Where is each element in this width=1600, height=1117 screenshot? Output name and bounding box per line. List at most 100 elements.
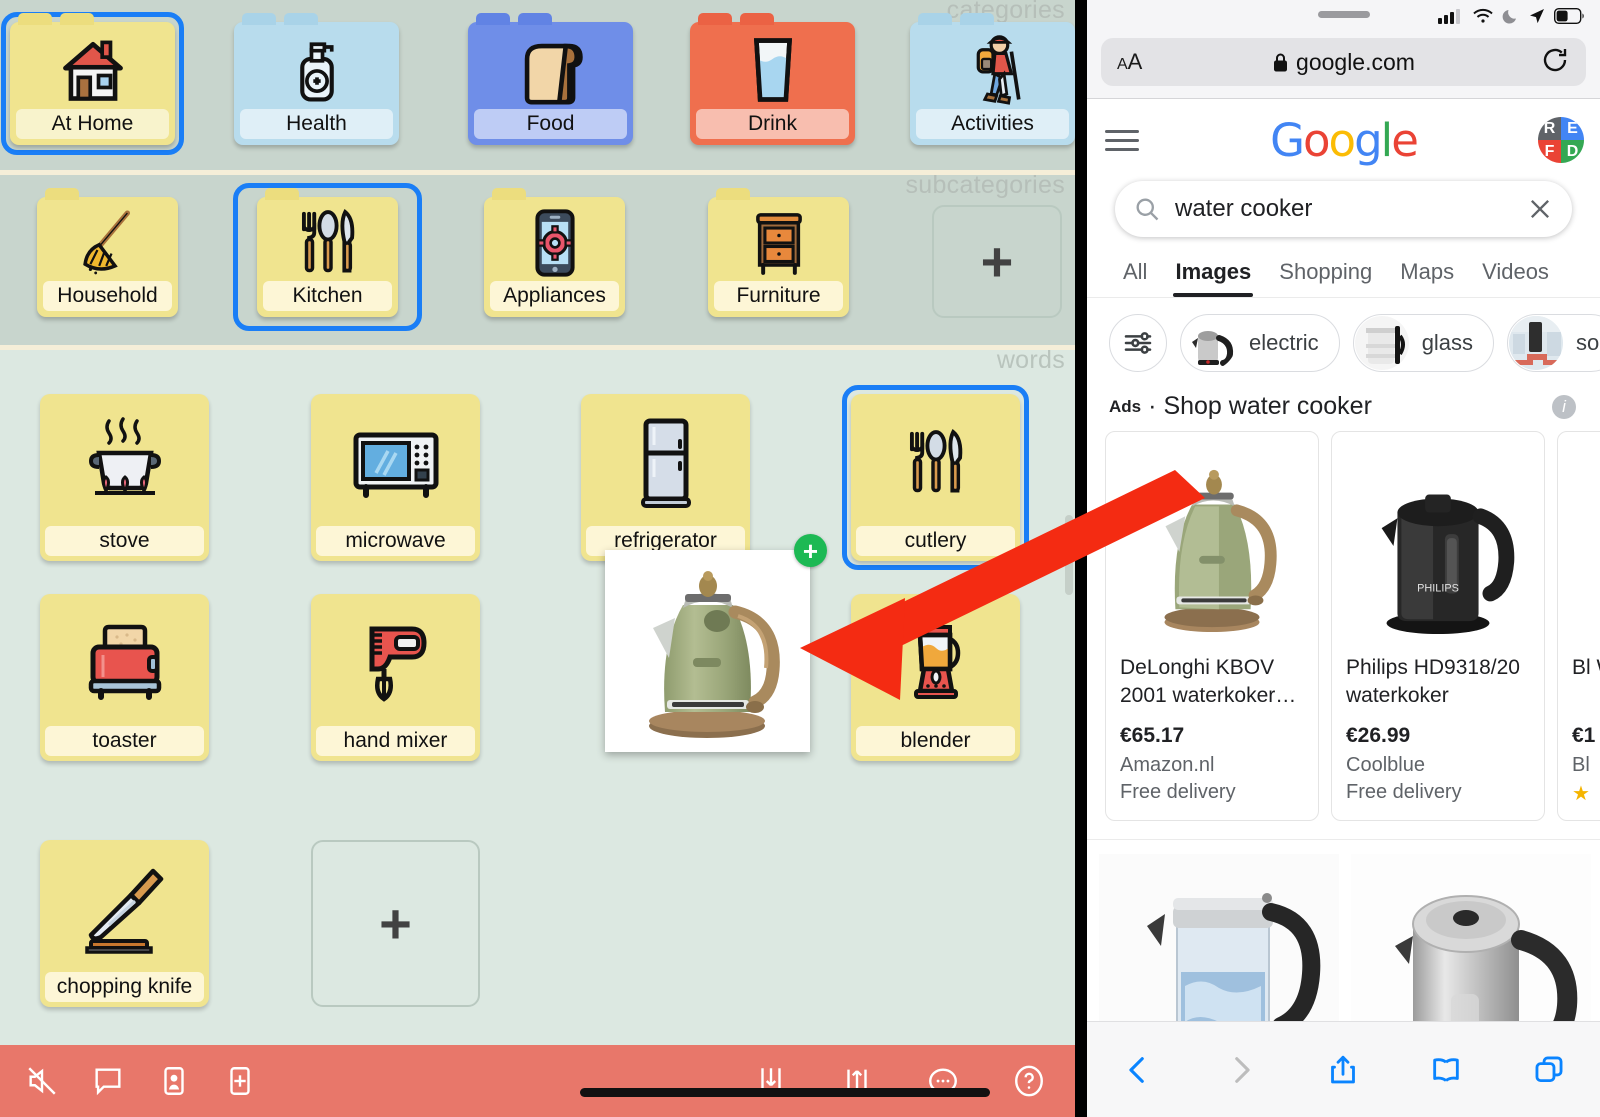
shopping-ad-card[interactable]: Bl W €1 Bl ★ <box>1557 431 1600 821</box>
word-card-refrigerator[interactable]: refrigerator <box>581 394 750 561</box>
category-card-activities[interactable]: Activities <box>910 13 1075 145</box>
word-label: microwave <box>316 526 475 556</box>
avatar-quadrant: F <box>1538 140 1561 163</box>
product-price: €26.99 <box>1346 724 1411 747</box>
bread-icon <box>468 28 633 111</box>
toaster-icon <box>40 598 209 727</box>
phone-gear-icon <box>484 203 625 283</box>
download-icon[interactable] <box>747 1057 795 1105</box>
shopping-ad-card[interactable]: DeLonghi KBOV 2001 waterkoker… €65.17 Am… <box>1105 431 1319 821</box>
shopping-ad-card[interactable]: PHILIPS Philips HD9318/20 waterkoker €26… <box>1331 431 1545 821</box>
hamburger-menu-icon[interactable] <box>1105 124 1139 157</box>
info-icon[interactable]: i <box>1552 394 1576 419</box>
word-label: cutlery <box>856 526 1015 556</box>
clear-x-icon[interactable] <box>1526 195 1554 223</box>
window-grabber-handle[interactable] <box>1317 11 1370 18</box>
google-header: Google REFD <box>1087 99 1600 181</box>
svg-text:PHILIPS: PHILIPS <box>1417 582 1459 594</box>
glass-kettle-thumb-icon <box>1354 316 1409 370</box>
word-label: blender <box>856 726 1015 756</box>
word-label: chopping knife <box>45 972 204 1002</box>
related-chip-electric[interactable]: electric <box>1180 314 1340 372</box>
speech-bubble-icon[interactable] <box>84 1057 132 1105</box>
lock-icon <box>1274 53 1288 71</box>
add-subcategory-button[interactable]: + <box>932 205 1062 318</box>
chip-label: electric <box>1249 330 1319 355</box>
google-logo-letter: e <box>1391 113 1419 167</box>
shopping-ad-carousel[interactable]: DeLonghi KBOV 2001 waterkoker… €65.17 Am… <box>1087 431 1600 821</box>
mute-icon[interactable] <box>18 1057 66 1105</box>
back-icon[interactable] <box>1111 1043 1165 1097</box>
tab-maps[interactable]: Maps <box>1386 251 1468 297</box>
image-result[interactable] <box>1351 854 1591 1040</box>
kettle-thumb-icon <box>1182 316 1236 370</box>
bookmarks-icon[interactable] <box>1419 1043 1473 1097</box>
do-not-disturb-icon <box>1502 10 1516 24</box>
tab-shopping[interactable]: Shopping <box>1265 251 1386 297</box>
category-card-at-home[interactable]: At Home <box>10 13 175 145</box>
related-chip-glass[interactable]: glass <box>1352 314 1495 372</box>
safari-viewport: AA google.com Google R E F D water cooke… <box>1087 0 1600 1117</box>
subcategory-card-kitchen[interactable]: Kitchen <box>257 188 398 317</box>
related-chip-so[interactable]: so <box>1507 314 1600 372</box>
subcategory-label: Furniture <box>714 281 843 311</box>
safari-bottom-toolbar <box>1087 1021 1600 1117</box>
product-delivery: Free delivery <box>1346 781 1462 803</box>
category-card-drink[interactable]: Drink <box>690 13 855 145</box>
soap-bottle-icon <box>234 28 399 111</box>
product-merchant: Bl <box>1572 754 1590 776</box>
help-icon[interactable] <box>1005 1057 1053 1105</box>
house-icon <box>10 28 175 111</box>
address-bar[interactable]: AA google.com <box>1101 38 1586 86</box>
folder-tab <box>265 188 299 200</box>
tab-images[interactable]: Images <box>1161 251 1265 297</box>
share-icon[interactable] <box>1316 1043 1370 1097</box>
url-display[interactable]: google.com <box>1101 49 1586 76</box>
google-logo-letter: g <box>1354 113 1383 167</box>
chef-knife-icon <box>40 844 209 973</box>
category-label: Activities <box>916 109 1069 139</box>
category-card-food[interactable]: Food <box>468 13 633 145</box>
avatar[interactable]: REFD <box>1538 117 1584 163</box>
word-card-microwave[interactable]: microwave <box>311 394 480 561</box>
word-label: toaster <box>45 726 204 756</box>
ios-status-bar <box>1087 0 1600 38</box>
share-icon[interactable] <box>833 1057 881 1105</box>
category-card-health[interactable]: Health <box>234 13 399 145</box>
tab-all[interactable]: All <box>1109 251 1161 297</box>
search-input[interactable]: water cooker <box>1175 195 1512 223</box>
subcategory-card-furniture[interactable]: Furniture <box>708 188 849 317</box>
filter-chip-button[interactable] <box>1109 314 1167 372</box>
category-label: At Home <box>16 109 169 139</box>
add-card-icon[interactable] <box>216 1057 264 1105</box>
more-icon[interactable] <box>919 1057 967 1105</box>
search-box[interactable]: water cooker <box>1115 181 1572 237</box>
product-image <box>1572 442 1600 648</box>
vertical-scrollbar[interactable] <box>1065 515 1073 595</box>
reload-button[interactable] <box>1540 45 1570 80</box>
subcategory-card-appliances[interactable]: Appliances <box>484 188 625 317</box>
word-card-chopping-knife[interactable]: chopping knife <box>40 840 209 1007</box>
user-card-icon[interactable] <box>150 1057 198 1105</box>
plus-icon: + <box>379 891 412 955</box>
add-word-button[interactable]: + <box>311 840 480 1007</box>
word-card-blender[interactable]: blender <box>851 594 1020 761</box>
image-result[interactable] <box>1099 854 1339 1040</box>
word-card-toaster[interactable]: toaster <box>40 594 209 761</box>
subcategory-card-household[interactable]: Household <box>37 188 178 317</box>
dragged-kettle-image[interactable] <box>605 550 810 752</box>
category-label: Drink <box>696 109 849 139</box>
words-band: words stove microwave refrigerator cutle… <box>0 346 1075 1040</box>
word-card-hand-mixer[interactable]: hand mixer <box>311 594 480 761</box>
image-results-row <box>1087 840 1600 1040</box>
word-card-stove[interactable]: stove <box>40 394 209 561</box>
product-name: Bl W <box>1572 656 1600 679</box>
location-icon <box>1530 9 1544 24</box>
ads-separator: · <box>1148 392 1157 420</box>
word-card-cutlery[interactable]: cutlery <box>851 394 1020 561</box>
tab-videos[interactable]: Videos <box>1468 251 1563 297</box>
tabs-icon[interactable] <box>1522 1043 1576 1097</box>
product-name: Philips HD9318/20 waterkoker <box>1346 656 1520 707</box>
ads-title: Shop water cooker <box>1163 392 1372 420</box>
add-image-badge-button[interactable]: + <box>794 534 827 567</box>
